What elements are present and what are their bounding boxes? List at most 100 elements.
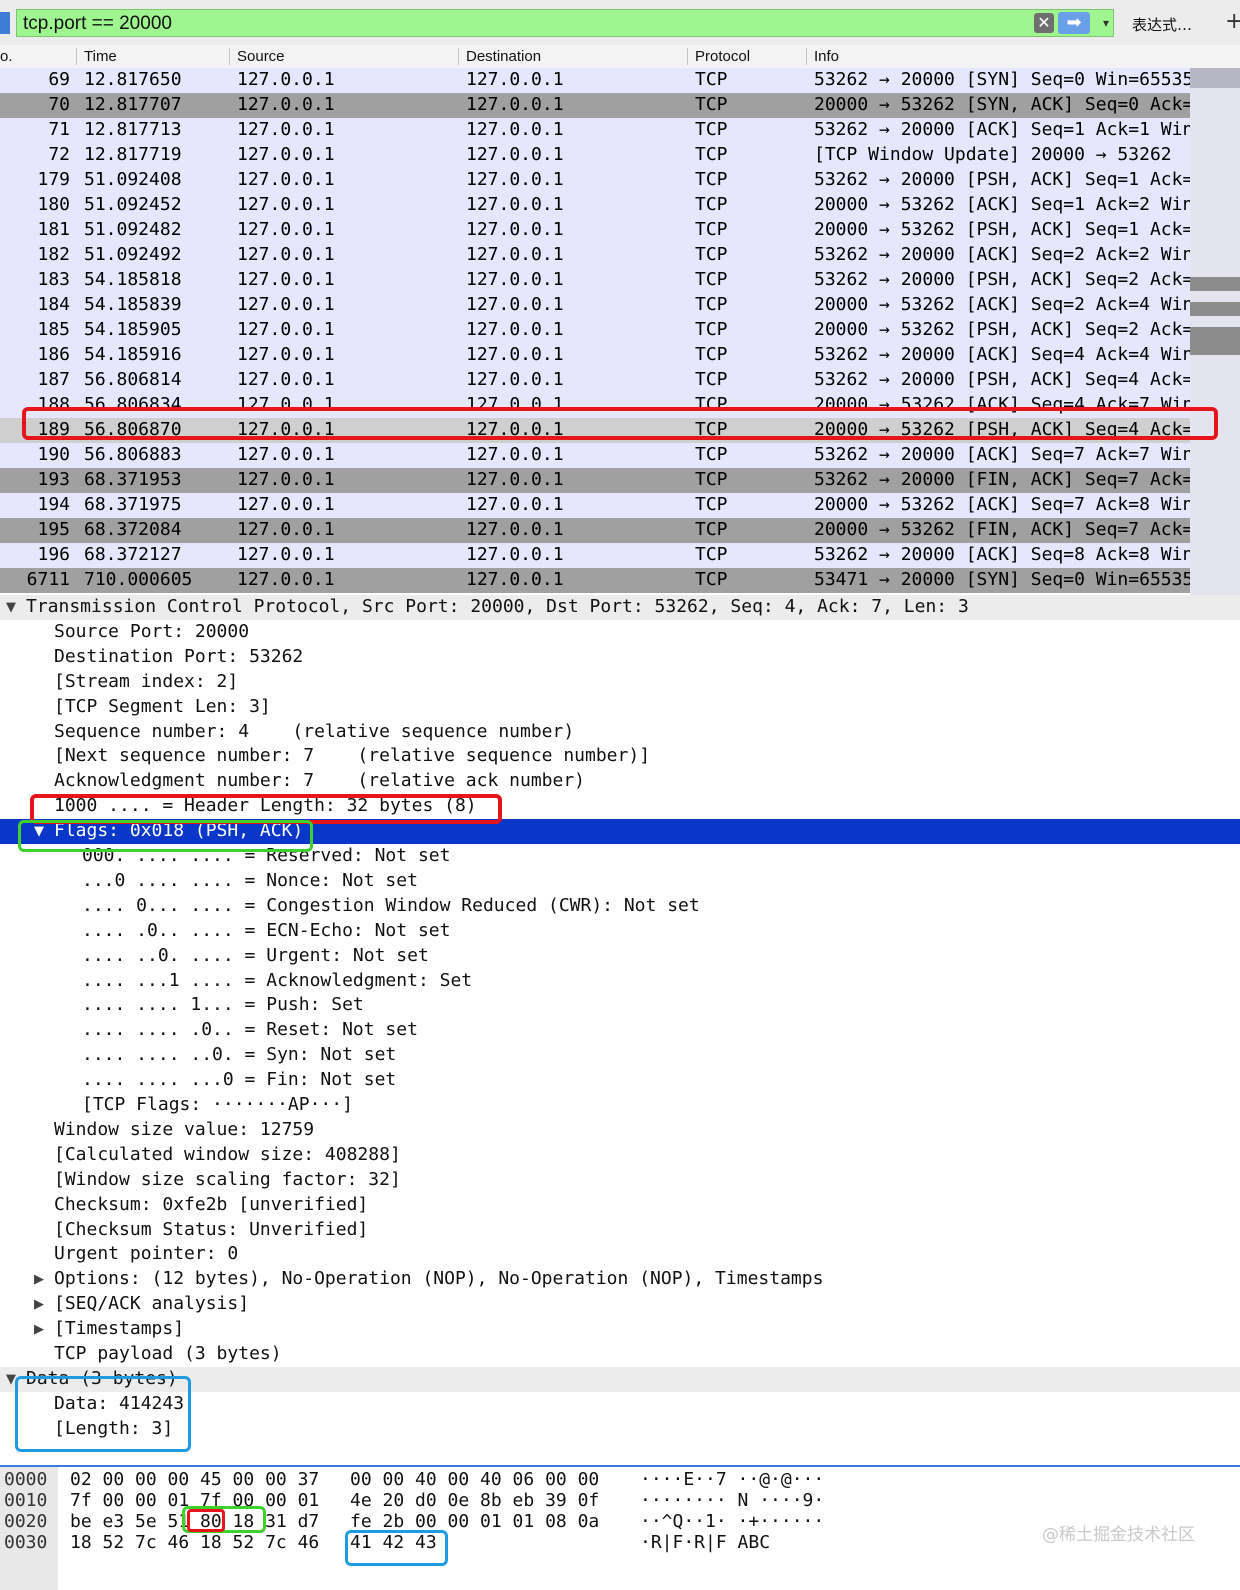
packet-row[interactable]: 179 51.092408 127.0.0.1 127.0.0.1 TCP 53262 →… (0, 168, 1190, 193)
packet-no-cell: 6711 (26, 569, 70, 590)
packet-row[interactable]: 190 56.806883 127.0.0.1 127.0.0.1 TCP 53262 →… (0, 443, 1190, 468)
detail-tree-item[interactable]: Data: 414243 (0, 1392, 1240, 1417)
detail-tree-item[interactable]: Urgent pointer: 0 (0, 1242, 1240, 1267)
detail-tree-item[interactable]: Window size value: 12759 (0, 1118, 1240, 1143)
detail-tree-item[interactable]: Checksum: 0xfe2b [unverified] (0, 1193, 1240, 1218)
packet-row[interactable]: 188 56.806834 127.0.0.1 127.0.0.1 TCP 20000 →… (0, 393, 1190, 418)
packet-row[interactable]: 6711 710.000605 127.0.0.1 127.0.0.1 TCP 53471… (0, 568, 1190, 593)
column-header-info[interactable]: Info (814, 48, 839, 65)
packet-row[interactable]: 193 68.371953 127.0.0.1 127.0.0.1 TCP 53262 →… (0, 468, 1190, 493)
detail-tree-item[interactable]: Sequence number: 4 (relative sequence nu… (0, 720, 1240, 745)
packet-src-cell: 127.0.0.1 (237, 319, 335, 340)
detail-tree-item[interactable]: Source Port: 20000 (0, 620, 1240, 645)
apply-filter-arrow-icon[interactable]: ➡ (1058, 12, 1090, 34)
packet-row[interactable]: 71 12.817713 127.0.0.1 127.0.0.1 TCP 53262 → … (0, 118, 1190, 143)
column-separator[interactable] (229, 48, 230, 65)
detail-text: ...0 .... .... = Nonce: Not set (82, 869, 418, 891)
packet-src-cell: 127.0.0.1 (237, 394, 335, 415)
clear-filter-icon[interactable]: ✕ (1034, 13, 1054, 33)
detail-tree-item[interactable]: [Stream index: 2] (0, 670, 1240, 695)
detail-tree-item[interactable]: [Checksum Status: Unverified] (0, 1218, 1240, 1243)
packet-list-scrollbar[interactable] (1190, 68, 1240, 595)
detail-tree-item[interactable]: .... .... ..0. = Syn: Not set (0, 1043, 1240, 1068)
packet-row[interactable]: 189 56.806870 127.0.0.1 127.0.0.1 TCP 20000 →… (0, 418, 1190, 443)
column-header-no[interactable]: o. (0, 48, 13, 65)
hex-dump-line[interactable]: 0000 02 00 00 00 45 00 00 37 00 00 40 00 4… (0, 1469, 1240, 1490)
packet-row[interactable]: 70 12.817707 127.0.0.1 127.0.0.1 TCP 20000 → … (0, 93, 1190, 118)
detail-tree-item[interactable]: TCP payload (3 bytes) (0, 1342, 1240, 1367)
packet-src-cell: 127.0.0.1 (237, 544, 335, 565)
detail-tree-item[interactable]: .... .0.. .... = ECN-Echo: Not set (0, 919, 1240, 944)
packet-row[interactable]: 194 68.371975 127.0.0.1 127.0.0.1 TCP 20000 →… (0, 493, 1190, 518)
detail-tree-item[interactable]: .... .... ...0 = Fin: Not set (0, 1068, 1240, 1093)
packet-row[interactable]: 185 54.185905 127.0.0.1 127.0.0.1 TCP 20000 →… (0, 318, 1190, 343)
collapsed-triangle-icon[interactable]: ▶ (34, 1322, 44, 1337)
expanded-triangle-icon[interactable]: ▼ (6, 1372, 16, 1387)
detail-tree-item[interactable]: ▶ [SEQ/ACK analysis] (0, 1292, 1240, 1317)
packet-row[interactable]: 69 12.817650 127.0.0.1 127.0.0.1 TCP 53262 → … (0, 68, 1190, 93)
detail-text: .... 0... .... = Congestion Window Reduc… (82, 894, 700, 916)
column-header-time[interactable]: Time (84, 48, 117, 65)
detail-tree-item[interactable]: ...0 .... .... = Nonce: Not set (0, 869, 1240, 894)
expanded-triangle-icon[interactable]: ▼ (34, 824, 44, 839)
packet-row[interactable]: 180 51.092452 127.0.0.1 127.0.0.1 TCP 20000 →… (0, 193, 1190, 218)
detail-tree-item[interactable]: ▼ Transmission Control Protocol, Src Port… (0, 595, 1240, 620)
detail-tree-item[interactable]: [TCP Segment Len: 3] (0, 695, 1240, 720)
column-header-protocol[interactable]: Protocol (695, 48, 750, 65)
packet-row[interactable]: 182 51.092492 127.0.0.1 127.0.0.1 TCP 53262 →… (0, 243, 1190, 268)
detail-tree-item[interactable]: Destination Port: 53262 (0, 645, 1240, 670)
filter-bookmark-icon[interactable] (0, 12, 10, 34)
detail-tree-item[interactable]: [Length: 3] (0, 1417, 1240, 1442)
detail-tree-item[interactable]: ▶ [Timestamps] (0, 1317, 1240, 1342)
detail-tree-item[interactable]: .... 0... .... = Congestion Window Reduc… (0, 894, 1240, 919)
packet-row[interactable]: 195 68.372084 127.0.0.1 127.0.0.1 TCP 20000 →… (0, 518, 1190, 543)
packet-details-pane: ▼ Transmission Control Protocol, Src Port… (0, 595, 1240, 1465)
detail-tree-item[interactable]: Acknowledgment number: 7 (relative ack n… (0, 769, 1240, 794)
packet-row[interactable]: 187 56.806814 127.0.0.1 127.0.0.1 TCP 53262 →… (0, 368, 1190, 393)
packet-proto-cell: TCP (695, 119, 728, 140)
detail-tree-item[interactable]: [Next sequence number: 7 (relative seque… (0, 744, 1240, 769)
packet-info-cell: 53262 → 20000 [PSH, ACK] Seq=2 Ack= (814, 269, 1190, 290)
column-separator[interactable] (806, 48, 807, 65)
packet-row[interactable]: 196 68.372127 127.0.0.1 127.0.0.1 TCP 53262 →… (0, 543, 1190, 568)
detail-tree-item[interactable]: .... ...1 .... = Acknowledgment: Set (0, 969, 1240, 994)
expanded-triangle-icon[interactable]: ▼ (6, 600, 16, 615)
column-header-source[interactable]: Source (237, 48, 285, 65)
detail-tree-item[interactable]: .... .... 1... = Push: Set (0, 993, 1240, 1018)
packet-row[interactable]: 184 54.185839 127.0.0.1 127.0.0.1 TCP 20000 →… (0, 293, 1190, 318)
packet-row[interactable]: 186 54.185916 127.0.0.1 127.0.0.1 TCP 53262 →… (0, 343, 1190, 368)
packet-src-cell: 127.0.0.1 (237, 294, 335, 315)
packet-row[interactable]: 181 51.092482 127.0.0.1 127.0.0.1 TCP 20000 →… (0, 218, 1190, 243)
packet-time-cell: 56.806883 (84, 444, 182, 465)
detail-tree-item[interactable]: ▼ Flags: 0x018 (PSH, ACK) (0, 819, 1240, 845)
detail-text: [Length: 3] (54, 1417, 174, 1439)
column-separator[interactable] (458, 48, 459, 65)
add-filter-button-icon[interactable]: + (1225, 9, 1240, 34)
column-separator[interactable] (76, 48, 77, 65)
packet-info-cell: 53262 → 20000 [ACK] Seq=7 Ack=7 Win (814, 444, 1190, 465)
detail-tree-item[interactable]: .... .... .0.. = Reset: Not set (0, 1018, 1240, 1043)
detail-tree-item[interactable]: [Calculated window size: 408288] (0, 1143, 1240, 1168)
collapsed-triangle-icon[interactable]: ▶ (34, 1272, 44, 1287)
hex-dump-line[interactable]: 0010 7f 00 00 01 7f 00 00 01 4e 20 d0 0e 8… (0, 1490, 1240, 1511)
detail-tree-item[interactable]: [TCP Flags: ·······AP···] (0, 1093, 1240, 1118)
column-header-destination[interactable]: Destination (466, 48, 541, 65)
packet-info-cell: 20000 → 53262 [FIN, ACK] Seq=7 Ack= (814, 519, 1190, 540)
packet-proto-cell: TCP (695, 94, 728, 115)
packet-row[interactable]: 183 54.185818 127.0.0.1 127.0.0.1 TCP 53262 →… (0, 268, 1190, 293)
display-filter-input[interactable]: tcp.port == 20000 (16, 9, 1114, 37)
detail-text: Acknowledgment number: 7 (relative ack n… (54, 770, 586, 792)
packet-row[interactable]: 72 12.817719 127.0.0.1 127.0.0.1 TCP [TCP Win… (0, 143, 1190, 168)
detail-tree-item[interactable]: ▶ Options: (12 bytes), No-Operation (NOP)… (0, 1267, 1240, 1292)
packet-no-cell: 70 (48, 94, 70, 115)
detail-tree-item[interactable]: .... ..0. .... = Urgent: Not set (0, 944, 1240, 969)
detail-tree-item[interactable]: [Window size scaling factor: 32] (0, 1168, 1240, 1193)
detail-tree-item[interactable]: 000. .... .... = Reserved: Not set (0, 844, 1240, 869)
scrollbar-thumb[interactable] (1190, 68, 1240, 88)
filter-history-dropdown-icon[interactable]: ▾ (1097, 12, 1115, 34)
column-separator[interactable] (687, 48, 688, 65)
detail-tree-item[interactable]: 1000 .... = Header Length: 32 bytes (8) (0, 794, 1240, 819)
detail-tree-item[interactable]: ▼ Data (3 bytes) (0, 1366, 1240, 1392)
expression-button[interactable]: 表达式… (1132, 14, 1192, 35)
collapsed-triangle-icon[interactable]: ▶ (34, 1297, 44, 1312)
